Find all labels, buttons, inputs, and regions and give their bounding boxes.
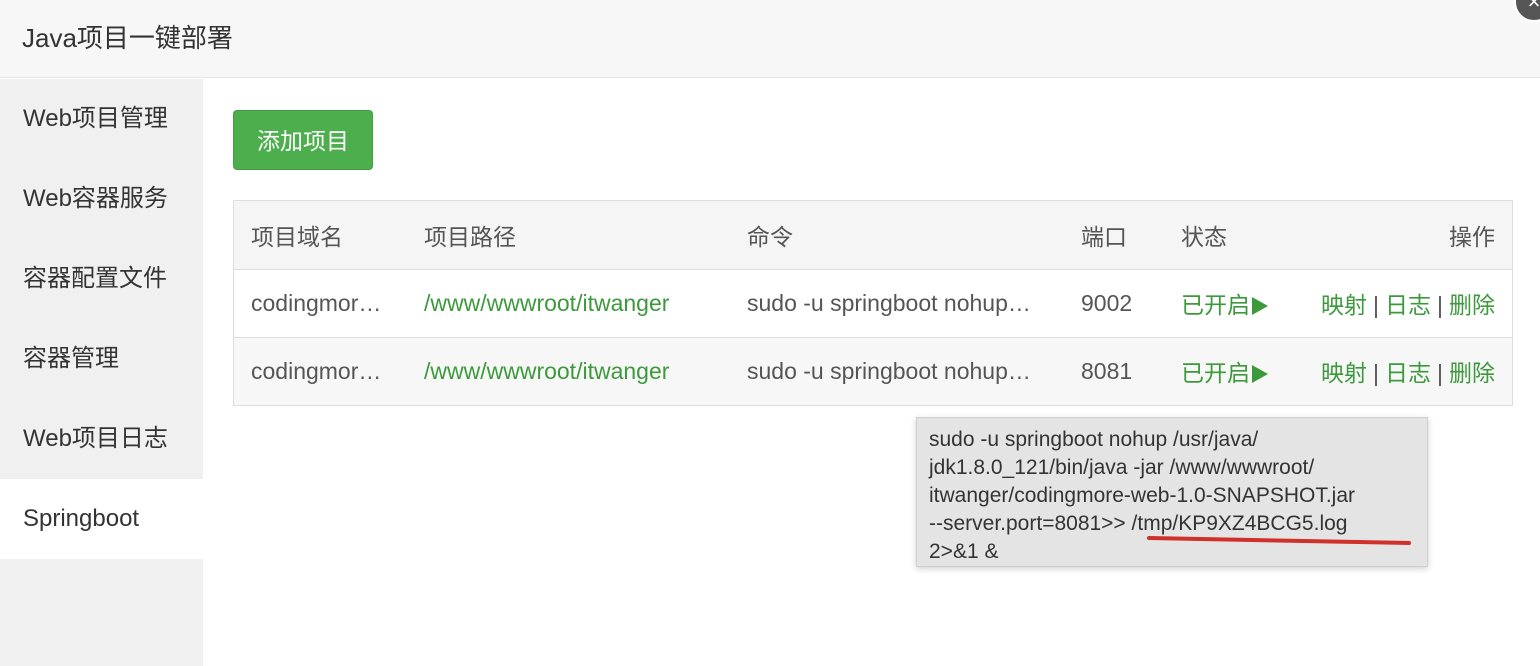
cell-port: 8081 (1081, 357, 1133, 384)
play-icon (1252, 297, 1268, 315)
log-link[interactable]: 日志 (1385, 360, 1431, 386)
command-text[interactable]: sudo -u springboot nohup… (747, 358, 1031, 385)
actions-cell: 映射 | 日志 | 删除 (1294, 269, 1512, 337)
cell-domain: codingmor… (251, 357, 382, 384)
status-label: 已开启 (1181, 292, 1250, 318)
title-bar: Java项目一键部署 (0, 0, 1540, 78)
header-command: 命令 (747, 223, 793, 250)
status-toggle[interactable]: 已开启 (1164, 269, 1294, 337)
header-path: 项目路径 (424, 223, 516, 250)
play-icon (1252, 365, 1268, 384)
table-row: codingmor… /www/wwwroot/itwanger sudo -u… (234, 337, 1512, 405)
separator: | (1373, 292, 1380, 318)
separator: | (1373, 360, 1380, 387)
map-link[interactable]: 映射 (1321, 292, 1367, 318)
header-actions: 操作 (1449, 223, 1495, 250)
deploy-dialog: Java项目一键部署 × Web项目管理 Web容器服务 容器配置文件 容器管理… (0, 0, 1540, 666)
header-status: 状态 (1181, 223, 1227, 250)
cell-port: 9002 (1081, 289, 1133, 316)
command-text[interactable]: sudo -u springboot nohup… (747, 290, 1031, 317)
sidebar-item-container-config[interactable]: 容器配置文件 (0, 239, 203, 319)
table-row: codingmor… /www/wwwroot/itwanger sudo -u… (234, 269, 1512, 337)
sidebar-item-web-projects[interactable]: Web项目管理 (0, 79, 203, 159)
tooltip-line: itwanger/codingmore-web-1.0-SNAPSHOT.jar (929, 484, 1355, 507)
red-underline-annotation (1147, 536, 1411, 545)
sidebar-item-container-management[interactable]: 容器管理 (0, 319, 203, 399)
sidebar-item-web-container-service[interactable]: Web容器服务 (0, 159, 203, 239)
projects-table: 项目域名 项目路径 命令 端口 状态 操作 codingmor… /www/ww… (233, 200, 1513, 406)
tooltip-line: jdk1.8.0_121/bin/java -jar /www/wwwroot/ (929, 456, 1315, 479)
separator: | (1437, 292, 1443, 318)
add-project-button[interactable]: 添加项目 (233, 110, 373, 170)
log-link[interactable]: 日志 (1385, 292, 1431, 318)
sidebar: Web项目管理 Web容器服务 容器配置文件 容器管理 Web项目日志 Spri… (0, 79, 203, 666)
separator: | (1437, 360, 1443, 387)
delete-link[interactable]: 删除 (1449, 360, 1495, 386)
header-domain: 项目域名 (251, 223, 343, 250)
dialog-title: Java项目一键部署 (22, 23, 233, 53)
actions-cell: 映射 | 日志 | 删除 (1294, 337, 1512, 405)
map-link[interactable]: 映射 (1321, 360, 1367, 386)
project-path-link[interactable]: /www/wwwroot/itwanger (424, 290, 669, 316)
main-content: 添加项目 项目域名 项目路径 命令 端口 状态 操作 codingmor… /w… (203, 79, 1540, 666)
sidebar-item-web-project-logs[interactable]: Web项目日志 (0, 399, 203, 479)
sidebar-item-springboot[interactable]: Springboot (0, 479, 203, 559)
project-path-link[interactable]: /www/wwwroot/itwanger (424, 358, 669, 384)
delete-link[interactable]: 删除 (1449, 292, 1495, 318)
tooltip-line: sudo -u springboot nohup /usr/java/ (929, 428, 1259, 451)
header-port: 端口 (1081, 223, 1127, 250)
table-header-row: 项目域名 项目路径 命令 端口 状态 操作 (234, 201, 1512, 269)
status-label: 已开启 (1181, 360, 1250, 387)
status-toggle[interactable]: 已开启 (1164, 337, 1294, 405)
cell-domain: codingmor… (251, 289, 382, 316)
